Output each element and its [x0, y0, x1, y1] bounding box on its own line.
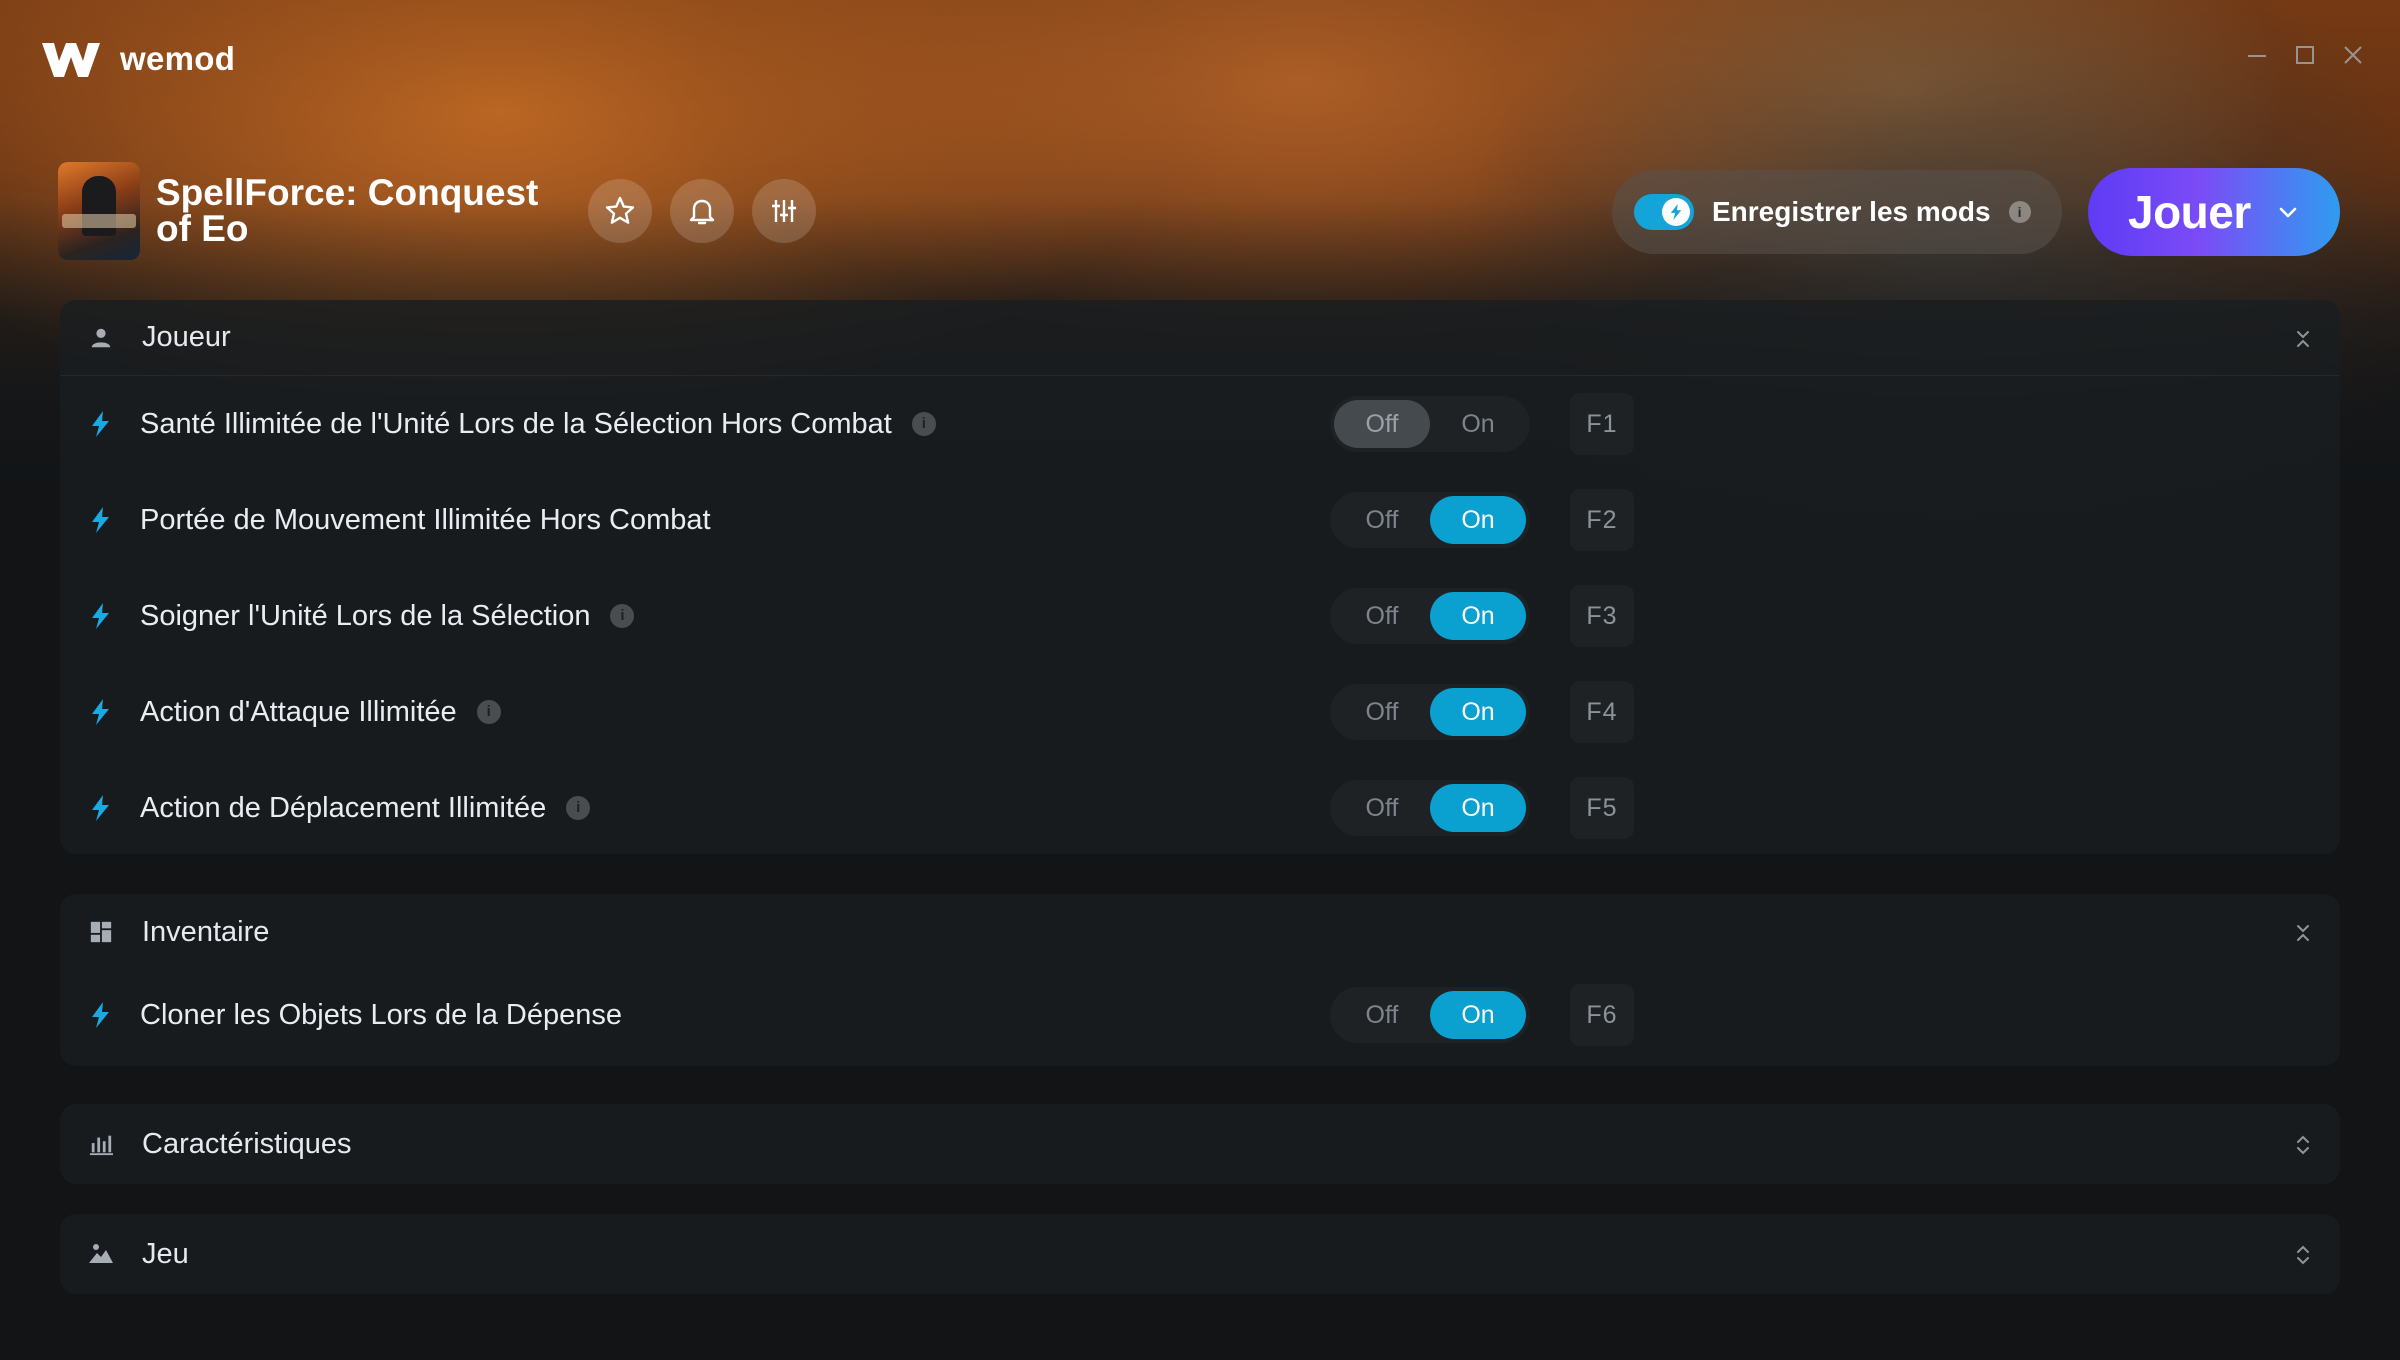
mod-row: Portée de Mouvement Illimitée Hors Comba…	[60, 472, 2340, 568]
notifications-button[interactable]	[670, 179, 734, 243]
save-mods-switch[interactable]	[1634, 194, 1694, 230]
section-header[interactable]: Jeu	[60, 1214, 2340, 1294]
section-header[interactable]: Caractéristiques	[60, 1104, 2340, 1184]
toggle-on[interactable]: On	[1430, 784, 1526, 832]
toggle-on[interactable]: On	[1430, 496, 1526, 544]
chevron-down-icon[interactable]	[2277, 201, 2299, 223]
bolt-icon	[92, 1002, 109, 1028]
save-mods-knob	[1662, 198, 1690, 226]
toggle-off[interactable]: Off	[1334, 400, 1430, 448]
hotkey-badge[interactable]: F6	[1570, 984, 1634, 1046]
toggle-on[interactable]: On	[1430, 400, 1526, 448]
grid-icon	[88, 919, 114, 945]
mod-toggle[interactable]: Off On	[1330, 780, 1530, 836]
play-button-label: Jouer	[2128, 186, 2251, 238]
section-jeu: Jeu	[60, 1214, 2340, 1294]
cover-logo	[62, 214, 136, 228]
maximize-icon[interactable]	[2294, 44, 2316, 66]
brand-name: wemod	[120, 40, 236, 77]
mod-toggle[interactable]: Off On	[1330, 684, 1530, 740]
title-bar: wemod	[40, 34, 235, 84]
sliders-icon	[772, 200, 796, 222]
hotkey-badge[interactable]: F1	[1570, 393, 1634, 455]
settings-button[interactable]	[752, 179, 816, 243]
game-header: SpellForce: Conquest of Eo	[58, 162, 816, 260]
section-title: Inventaire	[142, 915, 270, 948]
toggle-off[interactable]: Off	[1334, 496, 1430, 544]
collapse-chevron-icon[interactable]	[2294, 920, 2312, 946]
section-header[interactable]: Joueur	[60, 300, 2340, 376]
section-header[interactable]: Inventaire	[60, 894, 2340, 970]
info-icon[interactable]: i	[566, 796, 591, 820]
mod-toggle[interactable]: Off On	[1330, 492, 1530, 548]
expand-chevron-icon[interactable]	[2294, 1132, 2312, 1158]
bolt-icon	[1670, 204, 1682, 220]
mod-label: Soigner l'Unité Lors de la Sélection	[140, 599, 591, 632]
toggle-off[interactable]: Off	[1334, 991, 1430, 1039]
mod-label: Action de Déplacement Illimitée	[140, 791, 547, 824]
bolt-icon	[92, 507, 109, 533]
save-mods-toggle[interactable]: Enregistrer les mods i	[1612, 170, 2062, 254]
mod-toggle[interactable]: Off On	[1330, 396, 1530, 452]
game-cover-image	[58, 162, 140, 260]
game-title: SpellForce: Conquest of Eo	[156, 172, 539, 249]
minimize-icon[interactable]	[2246, 44, 2268, 66]
section-title: Caractéristiques	[142, 1127, 352, 1160]
star-icon	[605, 196, 635, 224]
window-controls	[2246, 44, 2364, 66]
mod-row: Santé Illimitée de l'Unité Lors de la Sé…	[60, 376, 2340, 472]
info-icon[interactable]: i	[610, 604, 635, 628]
mod-row: Soigner l'Unité Lors de la Sélection i O…	[60, 568, 2340, 664]
toggle-on[interactable]: On	[1430, 991, 1526, 1039]
info-icon[interactable]: i	[911, 412, 936, 436]
section-caracteristiques: Caractéristiques	[60, 1104, 2340, 1184]
hotkey-badge[interactable]: F2	[1570, 489, 1634, 551]
hotkey-badge[interactable]: F4	[1570, 681, 1634, 743]
game-actions	[588, 179, 816, 243]
bell-icon	[689, 199, 715, 225]
section-joueur: Joueur Santé Illimitée de l'Unité Lors d…	[60, 300, 2340, 854]
info-icon[interactable]: i	[476, 700, 501, 724]
mod-row: Action de Déplacement Illimitée i Off On…	[60, 760, 2340, 856]
section-title: Joueur	[142, 321, 231, 353]
toggle-on[interactable]: On	[1430, 688, 1526, 736]
bolt-icon	[92, 411, 109, 437]
wemod-logo-icon	[42, 43, 100, 77]
toggle-off[interactable]: Off	[1334, 592, 1430, 640]
mod-label: Cloner les Objets Lors de la Dépense	[140, 998, 622, 1031]
bolt-icon	[92, 603, 109, 629]
save-mods-info-icon[interactable]: i	[2008, 201, 2031, 223]
wemod-window: wemod SpellForce: Conquest of Eo Enregis…	[0, 0, 2400, 1360]
toggle-off[interactable]: Off	[1334, 688, 1430, 736]
mod-toggle[interactable]: Off On	[1330, 588, 1530, 644]
collapse-chevron-icon[interactable]	[2294, 326, 2312, 352]
favorite-button[interactable]	[588, 179, 652, 243]
close-icon[interactable]	[2342, 44, 2364, 66]
mod-label: Santé Illimitée de l'Unité Lors de la Sé…	[140, 407, 892, 440]
play-button[interactable]: Jouer	[2088, 168, 2340, 256]
mod-label: Portée de Mouvement Illimitée Hors Comba…	[140, 503, 711, 536]
mod-toggle[interactable]: Off On	[1330, 987, 1530, 1043]
person-icon	[88, 325, 114, 351]
save-mods-label: Enregistrer les mods	[1712, 196, 1991, 227]
toggle-on[interactable]: On	[1430, 592, 1526, 640]
expand-chevron-icon[interactable]	[2294, 1242, 2312, 1268]
mod-row: Action d'Attaque Illimitée i Off On F4	[60, 664, 2340, 760]
bar-chart-icon	[88, 1131, 114, 1157]
hotkey-badge[interactable]: F3	[1570, 585, 1634, 647]
toggle-off[interactable]: Off	[1334, 784, 1430, 832]
mod-label: Action d'Attaque Illimitée	[140, 695, 457, 728]
section-inventaire: Inventaire Cloner les Objets Lors de la …	[60, 894, 2340, 1066]
hotkey-badge[interactable]: F5	[1570, 777, 1634, 839]
bolt-icon	[92, 699, 109, 725]
landscape-icon	[88, 1241, 114, 1267]
bolt-icon	[92, 795, 109, 821]
section-title: Jeu	[142, 1237, 189, 1270]
mod-row: Cloner les Objets Lors de la Dépense Off…	[60, 970, 2340, 1060]
